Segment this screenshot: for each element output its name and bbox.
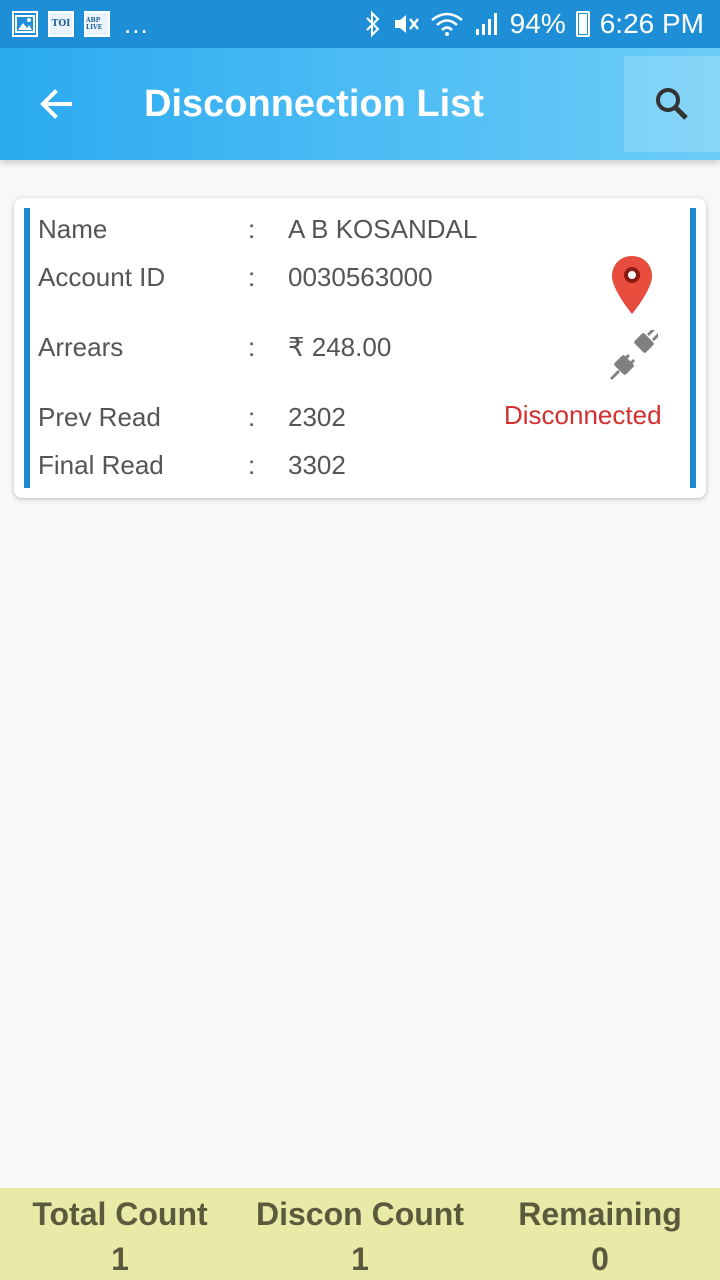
search-icon bbox=[656, 88, 688, 120]
notification-area: TOI ABP LIVE ... bbox=[12, 9, 149, 40]
bluetooth-icon bbox=[365, 11, 380, 37]
arrow-left-icon bbox=[40, 89, 72, 119]
image-icon bbox=[12, 11, 38, 37]
search-button[interactable] bbox=[624, 56, 720, 152]
status-badge: Disconnected bbox=[504, 400, 662, 430]
toi-icon: TOI bbox=[48, 11, 74, 37]
total-count-label: Total Count bbox=[32, 1196, 208, 1232]
arrears-value: ₹ 248.00 bbox=[288, 332, 392, 362]
discon-count-value: 1 bbox=[351, 1241, 369, 1277]
discon-count-summary: Discon Count 1 bbox=[240, 1188, 480, 1280]
map-pin-icon[interactable] bbox=[610, 254, 654, 321]
disconnection-card[interactable]: Name : A B KOSANDAL Account ID : 0030563… bbox=[14, 198, 706, 498]
final-read-label: Final Read bbox=[38, 450, 164, 480]
wifi-icon bbox=[430, 12, 463, 36]
remaining-summary: Remaining 0 bbox=[480, 1188, 720, 1280]
system-status: 94% 6:26 PM bbox=[364, 8, 704, 40]
clock: 6:26 PM bbox=[599, 8, 704, 39]
card-accent-right bbox=[690, 208, 696, 488]
page-title: Disconnection List bbox=[144, 82, 484, 125]
battery-percent: 94% bbox=[509, 8, 566, 39]
more-notifications: ... bbox=[124, 8, 149, 39]
back-button[interactable] bbox=[0, 48, 112, 160]
final-read-value: 3302 bbox=[288, 450, 346, 480]
prev-read-label: Prev Read bbox=[38, 402, 161, 432]
account-id-colon: : bbox=[248, 262, 256, 292]
arrears-colon: : bbox=[248, 332, 256, 362]
battery-icon bbox=[575, 11, 590, 37]
mute-icon bbox=[394, 15, 419, 33]
summary-footer: Total Count 1 Discon Count 1 Remaining 0 bbox=[0, 1188, 720, 1280]
signal-icon bbox=[475, 13, 497, 35]
name-label: Name bbox=[38, 214, 108, 244]
total-count-value: 1 bbox=[111, 1241, 129, 1277]
account-id-value: 0030563000 bbox=[288, 262, 433, 292]
name-colon: : bbox=[248, 214, 256, 244]
total-count-summary: Total Count 1 bbox=[0, 1188, 240, 1280]
abp-live-icon: ABP LIVE bbox=[84, 11, 110, 37]
remaining-label: Remaining bbox=[518, 1196, 682, 1232]
discon-count-label: Discon Count bbox=[256, 1196, 464, 1232]
disconnect-plug-icon[interactable] bbox=[608, 327, 661, 385]
prev-read-value: 2302 bbox=[288, 402, 346, 432]
status-bar: TOI ABP LIVE ... 94% 6:26 PM bbox=[0, 0, 720, 48]
card-accent-left bbox=[24, 208, 30, 488]
account-id-label: Account ID bbox=[38, 262, 166, 292]
app-bar: Disconnection List bbox=[0, 48, 720, 160]
arrears-label: Arrears bbox=[38, 332, 124, 362]
name-value: A B KOSANDAL bbox=[288, 214, 478, 244]
prev-read-colon: : bbox=[248, 402, 256, 432]
remaining-value: 0 bbox=[591, 1241, 609, 1277]
final-read-colon: : bbox=[248, 450, 256, 480]
